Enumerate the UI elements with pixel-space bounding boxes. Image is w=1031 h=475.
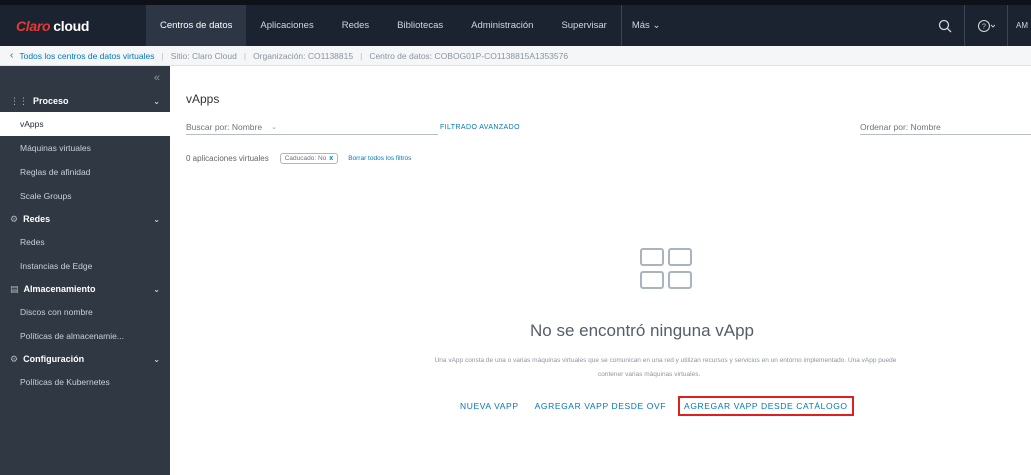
sidebar-item-scale-groups[interactable]: Scale Groups bbox=[0, 184, 170, 208]
search-by-select[interactable]: Buscar por: Nombre ⌄ bbox=[186, 120, 438, 135]
sidebar-group-label: Redes bbox=[23, 214, 51, 224]
sidebar-item-politicas-de-kubernetes[interactable]: Políticas de Kubernetes bbox=[0, 370, 170, 394]
app-logo[interactable]: Claro cloud bbox=[0, 5, 146, 46]
empty-state-description: Una vApp consta de una o varias máquinas… bbox=[434, 357, 897, 364]
tab-more[interactable]: Más ⌄ bbox=[620, 5, 675, 46]
logo-product: cloud bbox=[53, 17, 90, 34]
sidebar-group-redes[interactable]: ⚙ Redes ⌄ bbox=[0, 208, 170, 230]
sort-by-select[interactable]: Ordenar por: Nombre bbox=[860, 120, 1031, 135]
tab-centros-de-datos[interactable]: Centros de datos bbox=[146, 5, 247, 46]
sidebar: « ⋮⋮ Proceso ⌄ vApps Máquinas virtuales R… bbox=[0, 66, 170, 475]
chevron-down-icon: ⌄ bbox=[271, 124, 277, 131]
breadcrumb-separator: | bbox=[161, 50, 164, 61]
nav-right-tools: ? AM bbox=[926, 5, 1031, 46]
breadcrumb-separator: | bbox=[243, 50, 247, 61]
sidebar-item-discos-con-nombre[interactable]: Discos con nombre bbox=[0, 300, 170, 324]
sidebar-item-reglas-de-afinidad[interactable]: Reglas de afinidad bbox=[0, 160, 170, 184]
empty-state-grid-icon bbox=[640, 248, 694, 292]
vapp-count: 0 aplicaciones virtuales bbox=[186, 154, 269, 163]
filter-chip-label: Caducado: No bbox=[284, 155, 327, 162]
tab-aplicaciones[interactable]: Aplicaciones bbox=[246, 5, 327, 46]
close-icon[interactable]: x bbox=[329, 155, 333, 162]
gear-icon: ⚙ bbox=[10, 353, 19, 364]
tab-redes[interactable]: Redes bbox=[328, 5, 383, 46]
chevron-down-icon: ⌄ bbox=[153, 214, 160, 224]
clear-filters-link[interactable]: Borrar todos los filtros bbox=[348, 155, 411, 162]
breadcrumb-site: Sitio: Claro Cloud bbox=[170, 50, 237, 61]
breadcrumb-back-link[interactable]: Todos los centros de datos virtuales bbox=[19, 51, 154, 61]
new-vapp-button[interactable]: NUEVA VAPP bbox=[460, 401, 519, 411]
empty-state-description-line2: contener varias máquinas virtuales. bbox=[598, 371, 701, 378]
tab-administracion[interactable]: Administración bbox=[457, 5, 547, 46]
page-title: vApps bbox=[186, 92, 220, 106]
sidebar-group-configuracion[interactable]: ⚙ Configuración ⌄ bbox=[0, 348, 170, 370]
advanced-filter-link[interactable]: FILTRADO AVANZADO bbox=[440, 124, 520, 131]
main-content: vApps Buscar por: Nombre ⌄ FILTRADO AVAN… bbox=[170, 66, 1031, 475]
chevron-left-icon[interactable]: ‹ bbox=[10, 50, 13, 61]
user-menu[interactable]: AM bbox=[1007, 5, 1031, 46]
sidebar-item-instancias-de-edge[interactable]: Instancias de Edge bbox=[0, 254, 170, 278]
empty-state-title: No se encontró ninguna vApp bbox=[530, 321, 754, 340]
sidebar-item-redes[interactable]: Redes bbox=[0, 230, 170, 254]
sidebar-group-label: Almacenamiento bbox=[23, 284, 96, 294]
search-icon[interactable] bbox=[926, 5, 964, 46]
filter-chip-expired: Caducado: No x bbox=[279, 153, 339, 164]
chevron-down-icon: ⌄ bbox=[153, 284, 160, 294]
main-nav: Centros de datos Aplicaciones Redes Bibl… bbox=[146, 5, 674, 46]
top-navigation-bar: Claro cloud Centros de datos Aplicacione… bbox=[0, 0, 1031, 46]
tab-supervisar[interactable]: Supervisar bbox=[547, 5, 620, 46]
sidebar-group-proceso[interactable]: ⋮⋮ Proceso ⌄ bbox=[0, 90, 170, 112]
results-summary: 0 aplicaciones virtuales Caducado: No x … bbox=[186, 153, 411, 164]
sidebar-item-maquinas-virtuales[interactable]: Máquinas virtuales bbox=[0, 136, 170, 160]
svg-text:?: ? bbox=[982, 23, 986, 30]
grid-icon: ⋮⋮ bbox=[10, 95, 28, 106]
breadcrumb: ‹ Todos los centros de datos virtuales |… bbox=[0, 46, 1031, 66]
search-by-label: Buscar por: Nombre bbox=[186, 122, 263, 132]
storage-icon: ▤ bbox=[10, 283, 19, 294]
sidebar-group-label: Proceso bbox=[33, 96, 69, 106]
chevron-down-icon: ⌄ bbox=[153, 96, 160, 106]
add-vapp-from-catalog-button[interactable]: AGREGAR VAPP DESDE CATÁLOGO bbox=[678, 396, 854, 416]
sidebar-group-almacenamiento[interactable]: ▤ Almacenamiento ⌄ bbox=[0, 278, 170, 300]
sidebar-item-vapps[interactable]: vApps bbox=[0, 112, 170, 136]
chevron-down-icon: ⌄ bbox=[153, 354, 160, 364]
breadcrumb-datacenter: Centro de datos: COBOG01P-CO1138815A1353… bbox=[369, 50, 569, 61]
collapse-sidebar-icon[interactable]: « bbox=[0, 66, 170, 90]
breadcrumb-separator: | bbox=[360, 50, 363, 61]
tab-bibliotecas[interactable]: Bibliotecas bbox=[383, 5, 457, 46]
sort-by-label: Ordenar por: Nombre bbox=[860, 122, 941, 132]
sidebar-group-label: Configuración bbox=[23, 354, 85, 364]
sidebar-item-politicas-de-almacenamiento[interactable]: Políticas de almacenamie... bbox=[0, 324, 170, 348]
network-icon: ⚙ bbox=[10, 213, 19, 224]
breadcrumb-org: Organización: CO1138815 bbox=[253, 50, 354, 61]
logo-brand: Claro bbox=[16, 17, 51, 34]
empty-state-actions: NUEVA VAPP AGREGAR VAPP DESDE OVF AGREGA… bbox=[460, 396, 854, 416]
help-icon[interactable]: ? bbox=[964, 5, 1007, 46]
add-vapp-from-ovf-button[interactable]: AGREGAR VAPP DESDE OVF bbox=[535, 401, 666, 411]
